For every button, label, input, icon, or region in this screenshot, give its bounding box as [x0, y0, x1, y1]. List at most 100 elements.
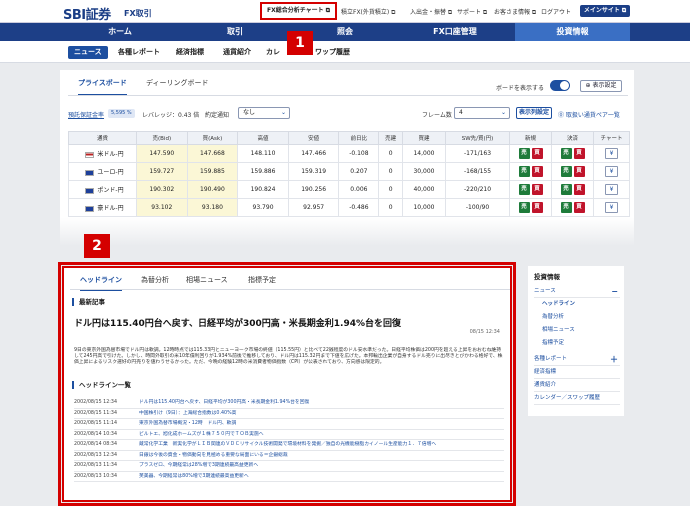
headline-link[interactable]: 芙美器、今期経常は80%増で3期連続最高益更新へ [139, 474, 249, 479]
expand-icon[interactable]: ＋ [610, 354, 618, 365]
new-order-cell: 売買 [509, 162, 552, 181]
chart-icon[interactable]: ¥ [605, 148, 618, 159]
tab-indicator-schedule[interactable]: 指標予定 [248, 275, 276, 285]
tab-dealing-board[interactable]: ディーリングボード [146, 78, 209, 88]
sidebar-item[interactable]: ヘッドライン [542, 299, 620, 310]
main-site-button[interactable]: メインサイト ⧉ [580, 5, 630, 17]
nav-fx-account[interactable]: FX口座管理 [400, 23, 510, 41]
sidebar-item[interactable]: カレンダー／スワップ履歴 [534, 393, 620, 405]
ask-price[interactable]: 147.668 [186, 144, 239, 163]
subnav-news[interactable]: ニュース [68, 46, 108, 59]
subnav-swap-history[interactable]: ワップ履歴 [315, 46, 350, 59]
buy-position: 40,000 [401, 180, 447, 199]
ask-price[interactable]: 93.180 [186, 198, 239, 217]
settle-buy-button[interactable]: 買 [573, 202, 585, 213]
show-board-toggle[interactable] [550, 80, 570, 91]
bid-price[interactable]: 147.590 [136, 144, 188, 163]
sidebar-item[interactable]: 相場ニュース [542, 325, 620, 336]
new-order-cell: 売買 [509, 180, 552, 199]
headline-list-item: 2002/08/14 08:34 蔵常化学工業 新実化学がＬＩＢ関連のＶＤＣリサイ… [74, 440, 504, 451]
headline-link[interactable]: 中国株引け（9日）：上海総合指数は0.40%高 [139, 411, 236, 416]
tab-price-board[interactable]: プライスボード [78, 78, 127, 96]
sidebar-item[interactable]: 指標予定 [542, 338, 620, 349]
new-sell-button[interactable]: 売 [518, 166, 530, 177]
logo-subtitle: FX取引 [124, 9, 152, 18]
settle-sell-button[interactable]: 売 [560, 202, 572, 213]
frame-count-select[interactable]: 4 ⌄ [454, 107, 510, 119]
nav-home[interactable]: ホーム [60, 23, 180, 41]
pair-name[interactable]: 豪ドル-円 [68, 198, 137, 217]
nav-investment-info[interactable]: 投資情報 [515, 23, 630, 41]
subnav-indicators[interactable]: 経済指標 [176, 46, 204, 59]
bid-price[interactable]: 190.302 [136, 180, 188, 199]
new-sell-button[interactable]: 売 [518, 184, 530, 195]
settle-sell-button[interactable]: 売 [560, 184, 572, 195]
new-sell-button[interactable]: 売 [518, 148, 530, 159]
sidebar-item[interactable]: 経済指標 [534, 367, 620, 379]
collapse-icon[interactable]: − [611, 286, 618, 297]
headline-date: 2002/08/13 12:34 [74, 452, 117, 458]
subnav-reports[interactable]: 各種レポート [118, 46, 160, 59]
swap-value: -171/163 [445, 144, 510, 163]
leverage-label: レバレッジ：0.43 倍 [142, 112, 200, 119]
headline-link[interactable]: 日銀は今後の資金・物価動向を見極める重要な局面にいる＝企銀総裁 [139, 453, 288, 458]
sidebar-item[interactable]: 為替分析 [542, 312, 620, 323]
latest-article-title[interactable]: ドル円は115.40円台へ戻す、日経平均が300円高・米長期金利1.94%台を回… [74, 316, 401, 329]
new-sell-button[interactable]: 売 [518, 202, 530, 213]
nav-trade[interactable]: 取引 [180, 23, 290, 41]
settle-buy-button[interactable]: 買 [573, 184, 585, 195]
frame-count-label: フレーム数 [422, 112, 452, 119]
settle-sell-button[interactable]: 売 [560, 166, 572, 177]
new-buy-button[interactable]: 買 [531, 166, 543, 177]
tab-fx-analysis[interactable]: 為替分析 [141, 275, 169, 285]
chart-icon[interactable]: ¥ [605, 166, 618, 177]
price-table: 通貨 売(Bid) 買(Ask) 高値 安値 前日比 売建 買建 SW先/買(円… [68, 131, 630, 217]
sidebar-item[interactable]: ニュース − [534, 286, 620, 298]
headline-list-item: 2002/08/15 12:34 ドル円は115.40円台へ戻す、日経平均が300… [74, 398, 504, 409]
ask-price[interactable]: 190.490 [186, 180, 239, 199]
pair-name[interactable]: 米ドル-円 [68, 144, 137, 163]
pair-name[interactable]: ポンド-円 [68, 180, 137, 199]
new-buy-button[interactable]: 買 [531, 202, 543, 213]
link-tsumitate[interactable]: 積立FX(外貨積立) ⧉ [341, 7, 395, 17]
tab-market-news[interactable]: 相場ニュース [186, 275, 228, 285]
high-price: 148.110 [237, 144, 289, 163]
sidebar-item[interactable]: 通貨紹介 [534, 380, 620, 392]
ask-price[interactable]: 159.885 [186, 162, 239, 181]
chevron-down-icon: ⌄ [500, 109, 506, 116]
headline-link[interactable]: 東京外国為替市場概況・12時 ドル円、軟調 [139, 421, 236, 426]
execution-notice-select[interactable]: なし ⌄ [238, 107, 290, 119]
chart-icon[interactable]: ¥ [605, 184, 618, 195]
col-ask: 買(Ask) [186, 131, 239, 145]
link-customer-info[interactable]: お客さま情報 ⧉ [494, 7, 536, 17]
display-settings-button[interactable]: ⊕ 表示設定 [580, 80, 622, 92]
low-price: 190.256 [287, 180, 340, 199]
link-deposit[interactable]: 入出金・振替 ⧉ [410, 7, 452, 17]
sidebar: 投資情報 ニュース − ヘッドライン 為替分析 相場ニュース 指標予定 各種レポート＋経済指… [528, 266, 624, 416]
sell-position: 0 [378, 180, 403, 199]
link-logout[interactable]: ログアウト [541, 7, 571, 16]
highlighted-chart-link[interactable]: FX総合分析チャート ⧉ [260, 2, 337, 20]
pair-name[interactable]: ユーロ-円 [68, 162, 137, 181]
subnav-currency[interactable]: 通貨紹介 [223, 46, 251, 59]
subnav-calendar[interactable]: カレ [266, 46, 280, 59]
headline-link[interactable]: 蔵常化学工業 新実化学がＬＩＢ関連のＶＤＣリサイクル技術開発で環境材料を発掘／独… [139, 442, 436, 447]
column-settings-button[interactable]: 表示列設定 [516, 107, 552, 119]
settle-buy-button[interactable]: 買 [573, 166, 585, 177]
new-buy-button[interactable]: 買 [531, 148, 543, 159]
new-buy-button[interactable]: 買 [531, 184, 543, 195]
margin-ratio-link[interactable]: 預託保証金率 [68, 110, 104, 119]
headline-link[interactable]: ビルトエ、旭化成ホームズが１株７５０円でＴＯＢ実施へ [139, 432, 264, 437]
settle-sell-button[interactable]: 売 [560, 148, 572, 159]
bid-price[interactable]: 159.727 [136, 162, 188, 181]
headline-link[interactable]: ドル円は115.40円台へ戻す、日経平均が300円高・米長期金利1.94%台を回… [139, 400, 309, 405]
bid-price[interactable]: 93.102 [136, 198, 188, 217]
settle-buy-button[interactable]: 買 [573, 148, 585, 159]
link-support[interactable]: サポート ⧉ [457, 7, 487, 17]
headline-link[interactable]: プラスゼロ、今期経常は28%増で3期連続最高益更新へ [139, 463, 258, 468]
sub-nav: ニュース 各種レポート 経済指標 通貨紹介 カレ ワップ履歴 [0, 41, 690, 63]
execution-notice-label: 約定通知 [205, 112, 230, 119]
chart-icon[interactable]: ¥ [605, 202, 618, 213]
pairs-list-link[interactable]: ⓪ 取扱い通貨ペア一覧 [558, 110, 620, 119]
sidebar-item[interactable]: 各種レポート＋ [534, 354, 620, 366]
